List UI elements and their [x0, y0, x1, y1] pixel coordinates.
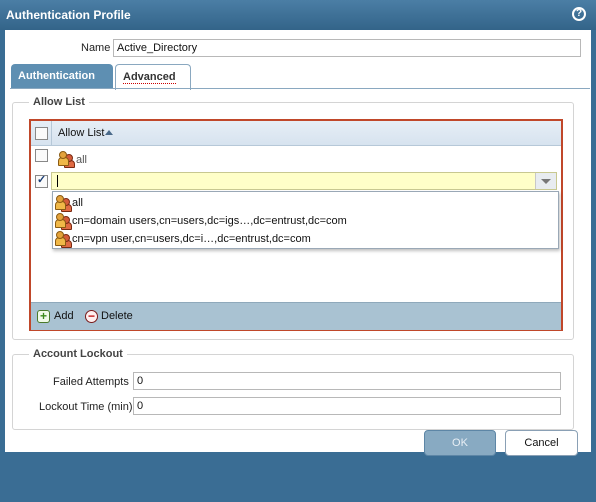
name-field[interactable]: Active_Directory	[113, 39, 581, 57]
allow-list-section-title: Allow List	[29, 96, 89, 108]
dropdown-option-label: cn=domain users,cn=users,dc=igs…,dc=entr…	[72, 215, 347, 227]
row-checkbox[interactable]	[35, 173, 48, 188]
dialog-body: Name Active_Directory Authentication Adv…	[5, 30, 591, 452]
select-all-checkbox[interactable]	[35, 127, 48, 140]
tab-authentication[interactable]: Authentication	[11, 64, 113, 88]
user-group-icon	[55, 231, 72, 248]
failed-attempts-label: Failed Attempts	[53, 376, 129, 388]
table-row[interactable]: all	[31, 147, 561, 171]
chevron-down-icon[interactable]	[535, 173, 556, 189]
add-icon[interactable]: +	[37, 310, 50, 323]
account-lockout-group	[12, 354, 574, 430]
allow-list-dropdown: all cn=domain users,cn=users,dc=igs…,dc=…	[52, 191, 559, 249]
dropdown-option[interactable]: cn=domain users,cn=users,dc=igs…,dc=entr…	[53, 212, 558, 230]
authentication-profile-dialog: Authentication Profile ? Name Active_Dir…	[0, 0, 596, 502]
ok-button[interactable]: OK	[424, 430, 496, 456]
header-divider	[51, 121, 52, 145]
allow-list-combo-input[interactable]	[51, 172, 557, 190]
allow-list-column-header[interactable]: Allow List	[58, 127, 104, 139]
sort-ascending-icon[interactable]	[105, 130, 113, 135]
add-button[interactable]: Add	[54, 310, 74, 322]
dropdown-option-label: all	[72, 197, 84, 209]
user-group-icon	[55, 195, 72, 212]
lockout-time-field[interactable]: 0	[133, 397, 561, 415]
lockout-time-label: Lockout Time (min)	[39, 401, 133, 413]
delete-icon[interactable]: −	[85, 310, 98, 323]
user-group-icon	[58, 151, 75, 168]
user-group-icon	[55, 213, 72, 230]
table-row[interactable]	[31, 172, 561, 192]
dropdown-option[interactable]: cn=vpn user,cn=users,dc=i…,dc=entrust,dc…	[53, 230, 558, 248]
row-value: all	[76, 154, 88, 166]
help-icon[interactable]: ?	[572, 7, 586, 21]
account-lockout-section-title: Account Lockout	[29, 348, 127, 360]
title-bar: Authentication Profile ?	[0, 0, 596, 30]
tab-advanced[interactable]: Advanced	[115, 64, 191, 90]
tab-divider	[10, 88, 590, 89]
text-cursor	[57, 175, 58, 187]
delete-button[interactable]: Delete	[101, 310, 133, 322]
grid-footer-toolbar: + Add − Delete	[31, 302, 561, 330]
dropdown-option-label: cn=vpn user,cn=users,dc=i…,dc=entrust,dc…	[72, 233, 311, 245]
dropdown-option[interactable]: all	[53, 194, 558, 212]
grid-header: Allow List	[31, 121, 561, 146]
allow-list-grid: Allow List all all	[29, 119, 563, 331]
cancel-button[interactable]: Cancel	[505, 430, 578, 456]
dialog-title: Authentication Profile	[6, 8, 131, 22]
name-label: Name	[81, 42, 111, 54]
failed-attempts-field[interactable]: 0	[133, 372, 561, 390]
row-checkbox[interactable]	[35, 149, 48, 162]
tab-advanced-label: Advanced	[123, 71, 176, 84]
